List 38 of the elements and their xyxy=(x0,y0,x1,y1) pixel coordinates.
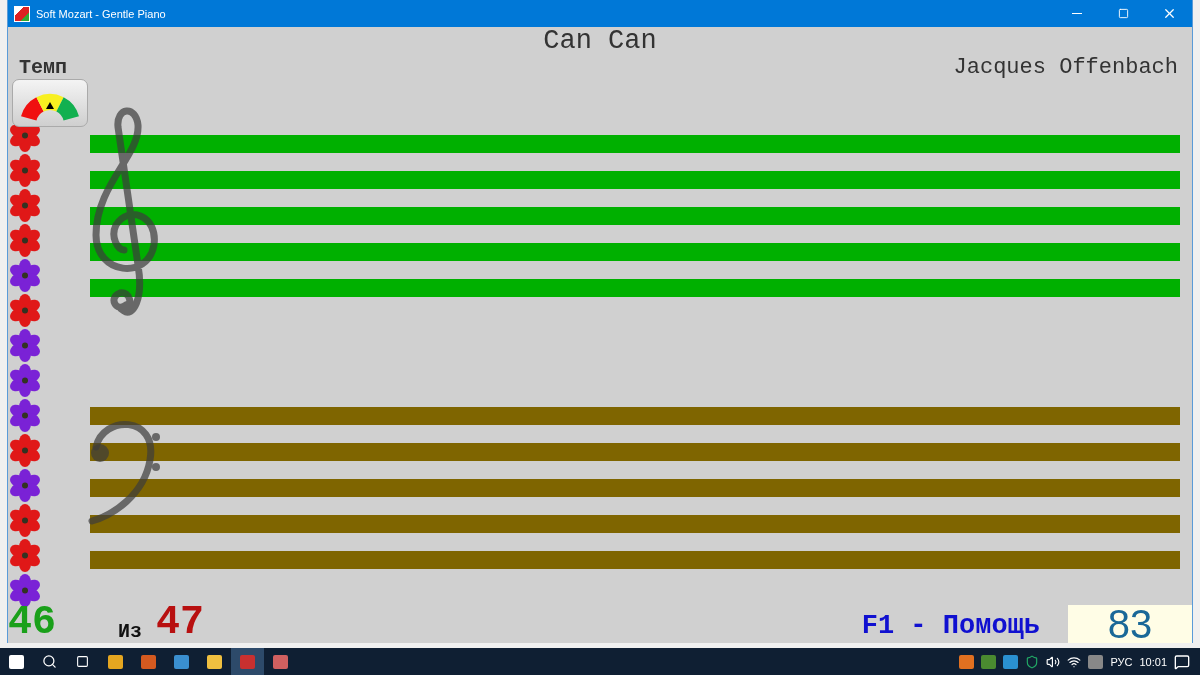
song-title: Can Can xyxy=(542,27,658,55)
flower-icon xyxy=(9,363,41,398)
task-view-icon xyxy=(76,655,89,668)
flower-icon xyxy=(9,538,41,573)
clock[interactable]: 10:01 xyxy=(1139,655,1167,668)
help-hint: F1 - Помощь xyxy=(861,611,1040,643)
tray-icon[interactable] xyxy=(981,654,997,669)
window-title: Soft Mozart - Gentle Piano xyxy=(36,7,167,20)
flower-icon xyxy=(9,188,41,223)
flower-icon xyxy=(9,293,41,328)
flower-icon xyxy=(9,433,41,468)
volume-icon[interactable] xyxy=(1046,654,1061,669)
flower-icon xyxy=(9,258,41,293)
flower-icon xyxy=(9,328,41,363)
counter-display: 83 xyxy=(1068,605,1192,643)
flower-icon xyxy=(9,573,41,608)
flower-icon xyxy=(9,398,41,433)
flower-icon xyxy=(9,503,41,538)
current-count: 46 xyxy=(8,603,56,643)
minimize-icon xyxy=(1072,13,1082,14)
tempo-label: Темп xyxy=(19,56,67,79)
flower-icon xyxy=(9,153,41,188)
shield-icon[interactable] xyxy=(1025,654,1040,669)
wifi-icon[interactable] xyxy=(1067,654,1082,669)
language-indicator[interactable]: РУС xyxy=(1110,655,1133,668)
search-icon xyxy=(42,654,57,669)
tray-icon[interactable] xyxy=(1088,654,1104,669)
flower-icon xyxy=(9,223,41,258)
composer-name: Jacques Offenbach xyxy=(953,55,1178,80)
maximize-icon xyxy=(1117,8,1129,19)
tempo-gauge[interactable] xyxy=(12,79,88,127)
of-label: Из xyxy=(118,620,143,643)
tray-icon[interactable] xyxy=(959,654,975,669)
flower-icon xyxy=(9,468,41,503)
notification-icon[interactable] xyxy=(1174,653,1190,670)
app-icon xyxy=(14,5,30,22)
tray-icon[interactable] xyxy=(1003,654,1019,669)
total-count: 47 xyxy=(156,603,205,643)
